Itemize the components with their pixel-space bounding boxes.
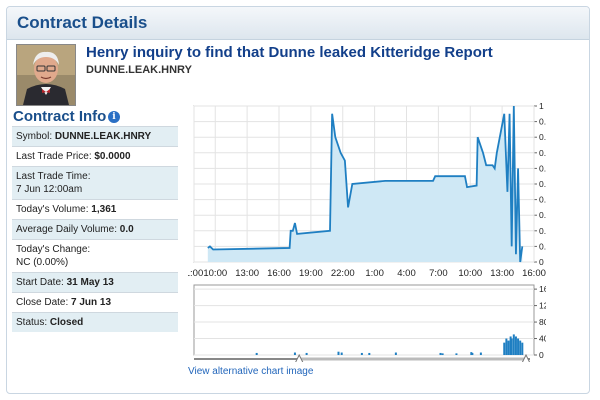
info-row-symbol: Symbol: DUNNE.LEAK.HNRY xyxy=(12,126,178,146)
info-value: 0.0 xyxy=(119,224,134,235)
price-tick-label: 0.6 xyxy=(539,163,546,173)
info-row-close-date: Close Date: 7 Jun 13 xyxy=(12,292,178,312)
volume-tick-label: 40 xyxy=(539,334,546,344)
info-label: Symbol: xyxy=(16,131,53,142)
info-row-start-date: Start Date: 31 May 13 xyxy=(12,272,178,292)
price-tick-label: 0.9 xyxy=(539,117,546,127)
volume-bar xyxy=(471,352,474,355)
volume-plot-area xyxy=(193,284,535,356)
info-label: Today's Volume: xyxy=(16,204,89,215)
volume-bar xyxy=(512,334,515,355)
contract-photo xyxy=(16,44,76,106)
volume-bar xyxy=(439,352,442,355)
price-tick-label: 0.4 xyxy=(539,195,546,205)
info-value: DUNNE.LEAK.HNRY xyxy=(54,131,152,142)
volume-bar xyxy=(510,338,513,355)
time-range-slider[interactable] xyxy=(194,353,531,364)
time-tick-label: 10:00 xyxy=(458,268,482,279)
volume-bar xyxy=(394,352,397,355)
time-tick-label: 1:00 xyxy=(188,268,203,279)
time-tick-label: 13:00 xyxy=(490,268,514,279)
time-tick-label: 1:00 xyxy=(365,268,384,279)
volume-bar xyxy=(455,353,458,355)
time-tick-label: 16:00 xyxy=(267,268,291,279)
info-row-status: Status: Closed xyxy=(12,312,178,332)
info-value: Closed xyxy=(49,317,84,328)
info-label: Average Daily Volume: xyxy=(16,224,117,235)
info-value: NC (0.00%) xyxy=(16,257,69,268)
info-row-todays-change: Today's Change: NC (0.00%) xyxy=(12,239,178,272)
time-tick-label: 7:00 xyxy=(429,268,448,279)
volume-bar xyxy=(507,340,510,355)
volume-bar xyxy=(340,352,343,355)
chart-svg: 00.10.20.30.40.50.60.70.80.911:0010:0013… xyxy=(185,101,553,364)
time-tick-label: 13:00 xyxy=(235,268,259,279)
price-chart: 00.10.20.30.40.50.60.70.80.911:0010:0013… xyxy=(185,100,553,364)
person-portrait-image xyxy=(17,45,75,105)
volume-bar xyxy=(503,342,506,355)
time-tick-label: 19:00 xyxy=(299,268,323,279)
info-label: Today's Change: xyxy=(16,244,91,255)
volume-bar xyxy=(521,342,524,355)
volume-bar xyxy=(479,352,482,355)
contract-info-heading: Contract Info xyxy=(13,108,107,125)
contract-info-list: Symbol: DUNNE.LEAK.HNRY Last Trade Price… xyxy=(12,126,178,332)
price-panel: 00.10.20.30.40.50.60.70.80.911:0010:0013… xyxy=(185,101,551,279)
info-value: 7 Jun 12:00am xyxy=(16,184,83,195)
price-tick-label: 0.8 xyxy=(539,132,546,142)
panel-title: Contract Details xyxy=(17,13,148,32)
contract-symbol: DUNNE.LEAK.HNRY xyxy=(86,64,192,76)
volume-bar xyxy=(360,352,363,355)
info-label: Close Date: xyxy=(16,297,69,308)
time-tick-label: 16:00 xyxy=(522,268,546,279)
volume-bar xyxy=(368,352,371,355)
price-tick-label: 0 xyxy=(539,257,544,267)
time-tick-label: 10:00 xyxy=(203,268,227,279)
info-label: Last Trade Time: xyxy=(16,171,91,182)
price-tick-label: 0.1 xyxy=(539,241,546,251)
info-row-last-trade-price: Last Trade Price: $0.0000 xyxy=(12,146,178,166)
volume-bar xyxy=(293,352,296,355)
volume-bar xyxy=(517,338,520,355)
info-label: Last Trade Price: xyxy=(16,151,92,162)
volume-panel: 0 40 80 120 160 xyxy=(193,284,553,360)
volume-tick-label: 120 xyxy=(539,301,546,311)
volume-bar xyxy=(505,338,508,355)
info-label: Status: xyxy=(16,317,48,328)
volume-tick-label: 0 xyxy=(539,350,544,360)
time-tick-label: 22:00 xyxy=(331,268,355,279)
info-row-todays-volume: Today's Volume: 1,361 xyxy=(12,199,178,219)
alternative-chart-link[interactable]: View alternative chart image xyxy=(188,366,313,377)
volume-bar xyxy=(441,353,444,355)
info-value: 31 May 13 xyxy=(66,277,114,288)
panel-header: Contract Details xyxy=(7,7,589,40)
info-row-last-trade-time: Last Trade Time: 7 Jun 12:00am xyxy=(12,166,178,199)
volume-bar xyxy=(337,351,340,355)
info-icon[interactable]: i xyxy=(108,111,120,123)
volume-tick-label: 80 xyxy=(539,317,546,327)
price-tick-label: 0.7 xyxy=(539,148,546,158)
info-value: 7 Jun 13 xyxy=(71,297,112,308)
volume-bar xyxy=(519,340,522,355)
price-tick-label: 1 xyxy=(539,101,544,111)
price-tick-label: 0.2 xyxy=(539,226,546,236)
info-value: $0.0000 xyxy=(94,151,131,162)
volume-bar xyxy=(255,352,258,355)
contract-title: Henry inquiry to find that Dunne leaked … xyxy=(86,44,493,61)
volume-bar xyxy=(514,336,517,355)
price-tick-label: 0.3 xyxy=(539,210,546,220)
volume-tick-label: 160 xyxy=(539,284,546,294)
info-value: 1,361 xyxy=(91,204,117,215)
info-row-average-daily-volume: Average Daily Volume: 0.0 xyxy=(12,219,178,239)
price-tick-label: 0.5 xyxy=(539,179,546,189)
volume-bar xyxy=(305,352,308,355)
info-label: Start Date: xyxy=(16,277,64,288)
time-tick-label: 4:00 xyxy=(397,268,416,279)
